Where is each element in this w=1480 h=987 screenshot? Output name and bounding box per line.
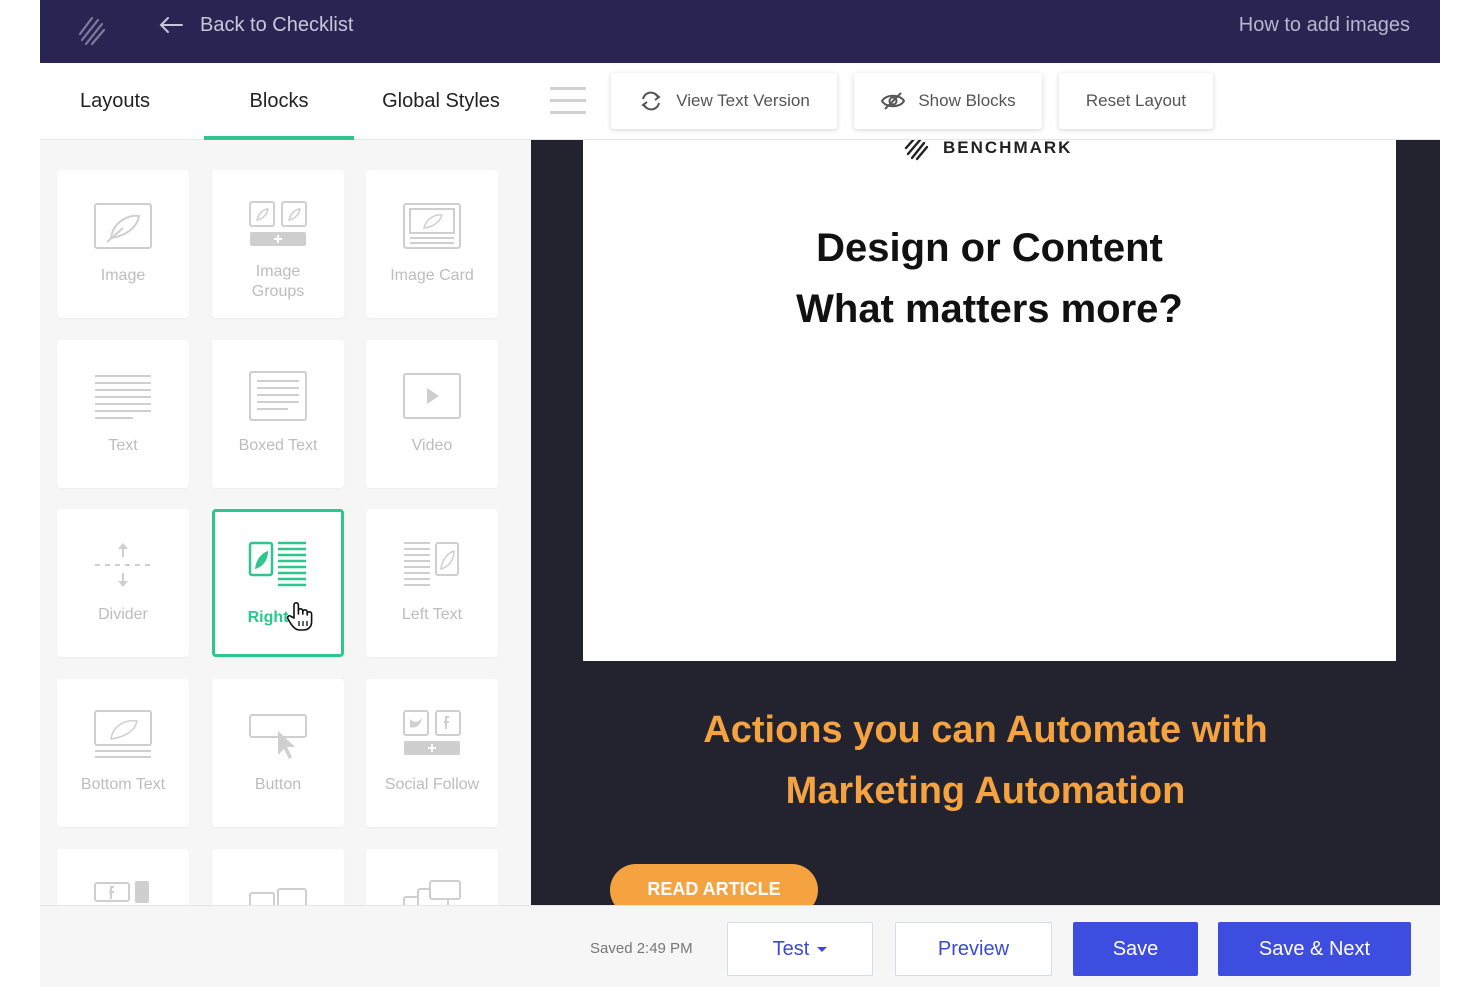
brand-header: BENCHMARK <box>903 140 1072 162</box>
block-label: Left Text <box>401 606 463 623</box>
block-partial-3[interactable] <box>366 849 498 905</box>
saved-status: Saved 2:49 PM <box>590 940 693 957</box>
tab-blocks[interactable]: Blocks <box>204 63 354 140</box>
block-label: Boxed Text <box>238 437 318 454</box>
email-editor: Back to Checklist How to add images Layo… <box>40 0 1440 987</box>
block-label: Bottom Text <box>80 776 166 793</box>
image-groups-icon <box>249 201 307 246</box>
block-left-text[interactable]: Left Text <box>366 509 498 657</box>
subheadline-line-1: Actions you can Automate with <box>703 709 1268 751</box>
editor-toolbar: Layouts Blocks Global Styles View Text V… <box>40 63 1440 140</box>
tab-global-styles[interactable]: Global Styles <box>366 63 516 140</box>
block-image[interactable]: Image <box>57 170 189 318</box>
stacked-cards-icon <box>403 880 461 905</box>
image-icon <box>94 203 152 249</box>
benchmark-logo-icon <box>904 140 929 161</box>
email-subheadline: Actions you can Automate with Marketing … <box>531 700 1440 822</box>
image-card-icon <box>403 203 461 249</box>
block-boxed-text[interactable]: Boxed Text <box>212 340 344 488</box>
save-button[interactable]: Save <box>1073 922 1198 976</box>
boxed-text-icon <box>249 371 307 421</box>
top-bar: Back to Checklist How to add images <box>40 0 1440 63</box>
test-dropdown-button[interactable]: Test <box>727 922 873 976</box>
block-button[interactable]: Button <box>212 679 344 827</box>
block-label: Video <box>411 437 453 454</box>
test-label: Test <box>772 937 810 960</box>
block-label: Right <box>215 608 347 628</box>
view-text-version-button[interactable]: View Text Version <box>611 73 837 129</box>
video-icon <box>403 373 461 419</box>
block-video[interactable]: Video <box>366 340 498 488</box>
right-text-label: Right <box>247 609 289 626</box>
divider-icon <box>95 543 151 587</box>
block-label: Image Card <box>390 267 474 284</box>
arrow-left-icon <box>159 17 183 33</box>
right-text-icon <box>248 541 306 587</box>
facebook-block-icon <box>94 881 149 903</box>
view-text-version-label: View Text Version <box>676 91 810 110</box>
preview-button[interactable]: Preview <box>895 922 1052 976</box>
bottom-action-bar: Saved 2:49 PM Test Preview Save Save & N… <box>40 905 1440 987</box>
block-label: Image <box>100 267 146 284</box>
text-icon <box>95 375 151 419</box>
save-and-next-button[interactable]: Save & Next <box>1218 922 1411 976</box>
read-article-button[interactable]: READ ARTICLE <box>610 864 818 905</box>
image-text-block-icon <box>249 888 307 905</box>
email-preview-canvas: BENCHMARK Design or Content What matters… <box>531 140 1440 905</box>
benchmark-logo-icon <box>78 16 106 46</box>
button-icon <box>249 714 307 759</box>
tab-layouts[interactable]: Layouts <box>40 63 190 140</box>
hand-cursor-icon <box>286 602 313 631</box>
headline-line-2: What matters more? <box>796 287 1183 331</box>
block-label: Divider <box>98 606 148 623</box>
social-follow-icon <box>403 710 461 755</box>
back-to-checklist-link[interactable]: Back to Checklist <box>158 12 353 38</box>
caret-down-icon <box>817 946 828 952</box>
block-label: Button <box>254 776 302 793</box>
show-blocks-label: Show Blocks <box>918 91 1016 110</box>
block-image-groups[interactable]: Image Groups <box>212 170 344 318</box>
block-social-follow[interactable]: Social Follow <box>366 679 498 827</box>
hamburger-menu-icon[interactable] <box>550 87 586 117</box>
block-partial-1[interactable] <box>57 849 189 905</box>
left-text-icon <box>404 542 459 586</box>
block-right-text[interactable]: Right <box>212 509 344 657</box>
image-groups-label: Image Groups <box>251 263 305 300</box>
block-divider[interactable]: Divider <box>57 509 189 657</box>
refresh-icon <box>641 91 661 111</box>
block-partial-2[interactable] <box>212 849 344 905</box>
block-label: Image Groups <box>212 262 344 302</box>
how-to-add-images-link[interactable]: How to add images <box>1239 14 1410 37</box>
eye-slash-icon <box>881 92 906 110</box>
email-header-card[interactable]: BENCHMARK Design or Content What matters… <box>583 140 1396 661</box>
email-headline: Design or Content What matters more? <box>583 218 1396 340</box>
block-text[interactable]: Text <box>57 340 189 488</box>
block-bottom-text[interactable]: Bottom Text <box>57 679 189 827</box>
blocks-panel: Image Image Groups Image Card Text Boxed… <box>40 140 531 905</box>
brand-name: BENCHMARK <box>943 140 1073 157</box>
block-label: Social Follow <box>384 776 480 793</box>
headline-line-1: Design or Content <box>816 226 1163 270</box>
reset-layout-button[interactable]: Reset Layout <box>1059 73 1213 129</box>
back-label: Back to Checklist <box>200 13 354 36</box>
block-label: Text <box>108 437 138 454</box>
bottom-text-icon <box>94 710 152 758</box>
block-image-card[interactable]: Image Card <box>366 170 498 318</box>
show-blocks-button[interactable]: Show Blocks <box>854 73 1042 129</box>
subheadline-line-2: Marketing Automation <box>785 770 1186 812</box>
